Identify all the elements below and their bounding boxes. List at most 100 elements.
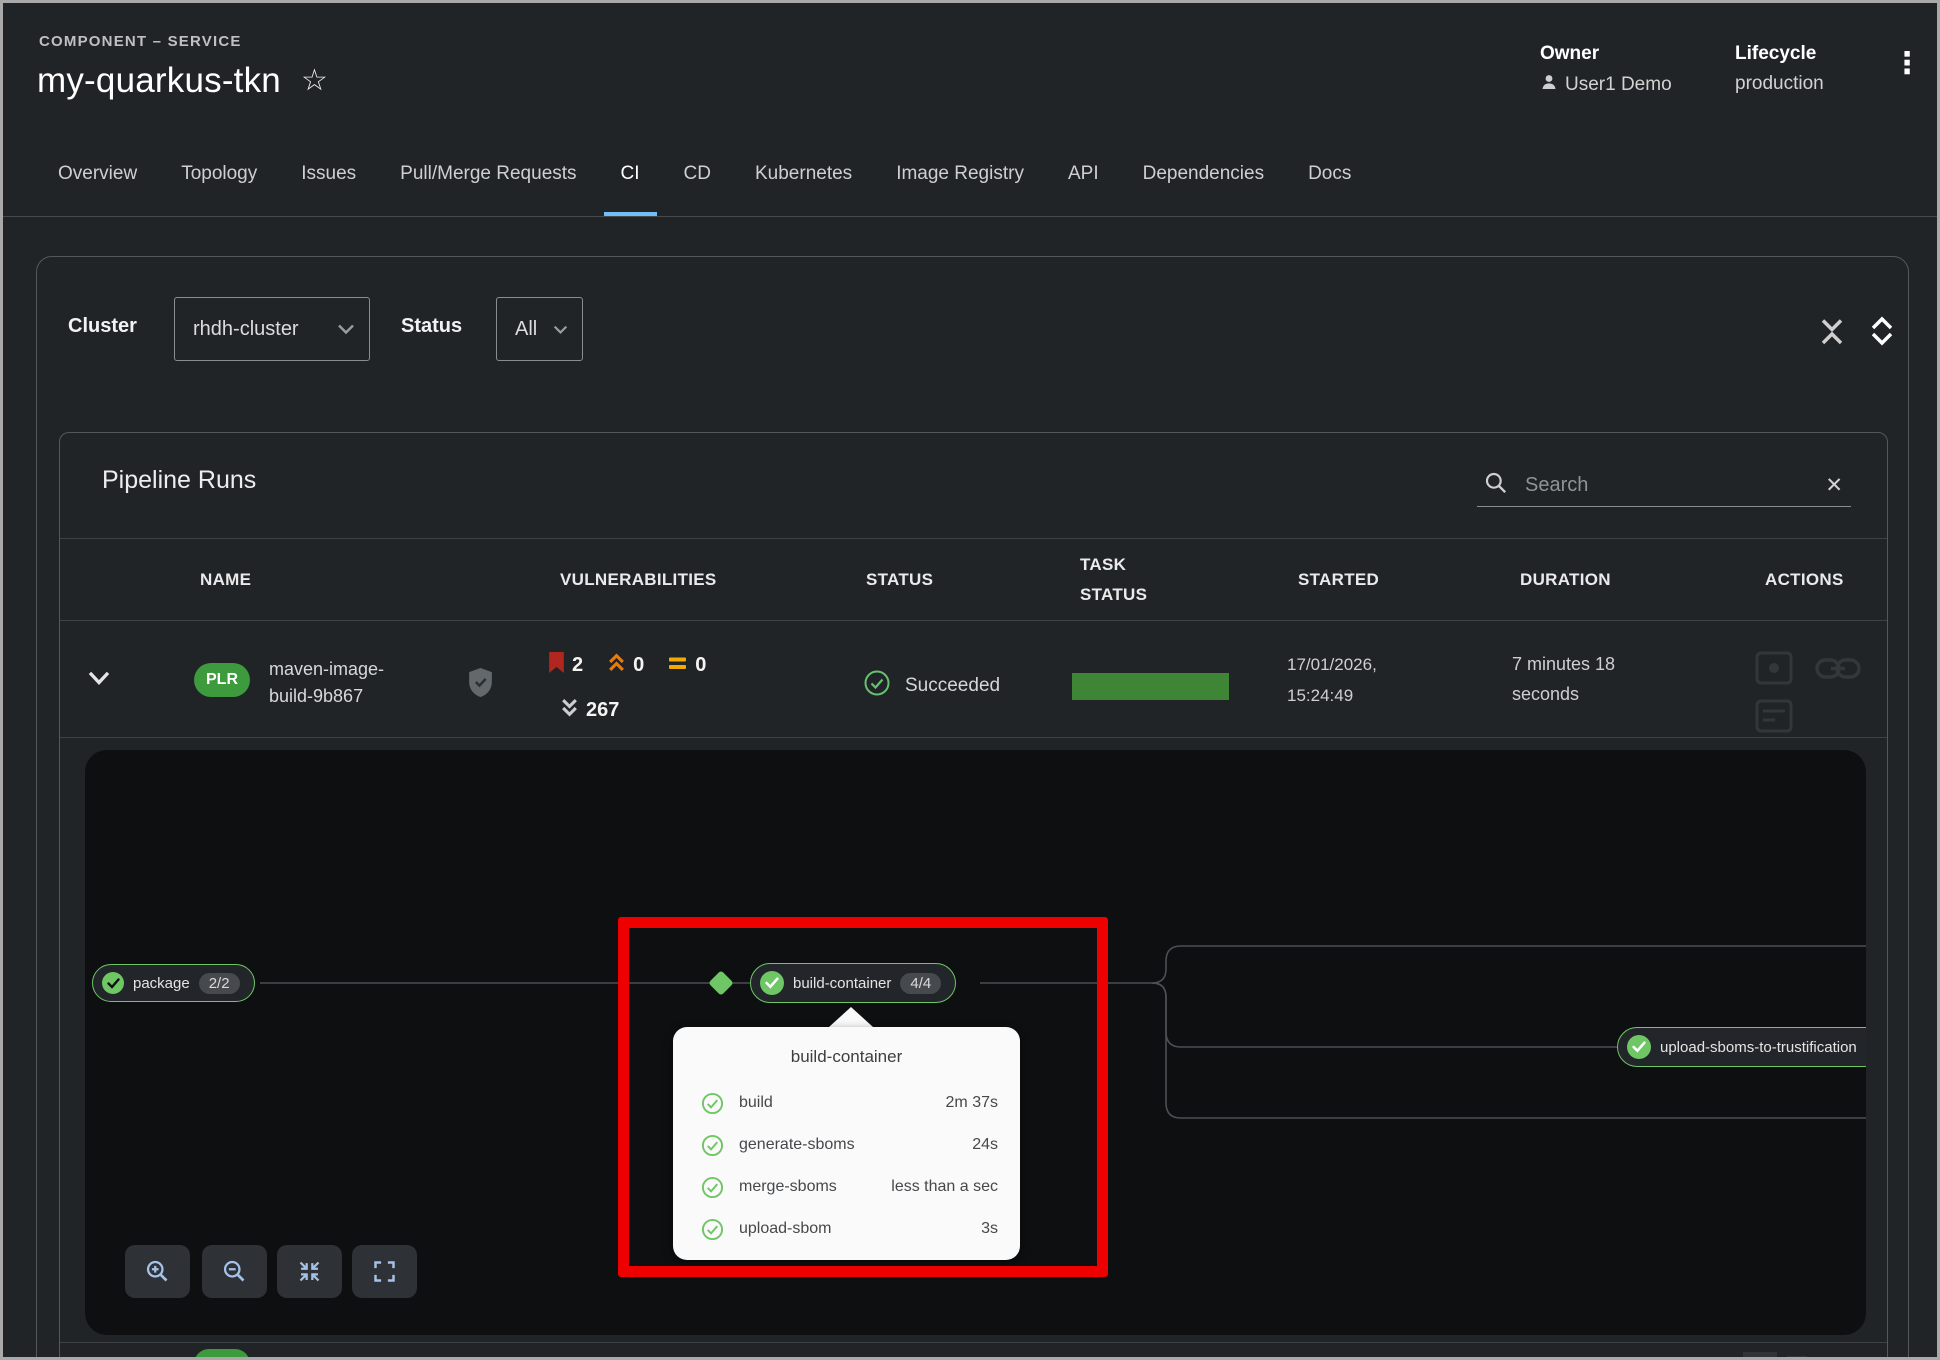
next-row-plr-badge-partial (194, 1349, 250, 1360)
col-name: NAME (200, 570, 251, 590)
high-severity-icon (607, 652, 626, 679)
medium-count: 0 (695, 654, 706, 677)
search-field[interactable]: ✕ (1477, 465, 1851, 507)
task-node-package[interactable]: package 2/2 (92, 964, 255, 1002)
fullscreen-button[interactable] (352, 1245, 417, 1298)
next-row-action-icon-partial (1743, 1352, 1777, 1360)
tooltip-task-row: merge-sboms less than a sec (701, 1175, 998, 1199)
expand-all-icon[interactable] (1867, 312, 1897, 355)
tab-dependencies[interactable]: Dependencies (1121, 131, 1286, 216)
task-node-label: build-container (793, 975, 891, 992)
lifecycle-label: Lifecycle (1735, 43, 1824, 65)
task-status-bar (1072, 673, 1229, 700)
tooltip-arrow (829, 1007, 873, 1027)
zoom-out-button[interactable] (202, 1245, 267, 1298)
task-success-icon (102, 972, 124, 994)
tooltip-task-duration: 2m 37s (946, 1094, 998, 1112)
critical-severity-icon (548, 651, 565, 680)
tooltip-task-name: merge-sboms (739, 1178, 837, 1196)
task-node-badge: 2/2 (199, 973, 240, 994)
succeeded-check-icon (863, 669, 891, 703)
pipeline-visualization: package 2/2 build-container 4/4 up (85, 750, 1866, 1335)
lifecycle-meta: Lifecycle production (1735, 43, 1824, 95)
collapse-all-icon[interactable] (1817, 312, 1847, 355)
owner-label: Owner (1540, 43, 1672, 65)
tab-topology[interactable]: Topology (159, 131, 279, 216)
vulnerabilities-cell: 2 0 0 (548, 651, 706, 724)
tooltip-task-name: upload-sbom (739, 1220, 832, 1238)
task-success-icon (1627, 1035, 1651, 1059)
tooltip-task-name: generate-sboms (739, 1136, 855, 1154)
fit-to-screen-button[interactable] (277, 1245, 342, 1298)
lifecycle-value: production (1735, 73, 1824, 95)
signed-shield-icon (467, 667, 494, 703)
low-count: 267 (586, 699, 619, 722)
col-vulnerabilities: VULNERABILITIES (560, 570, 717, 590)
cluster-select[interactable]: rhdh-cluster (174, 297, 370, 361)
owner-meta: Owner User1 Demo (1540, 43, 1672, 97)
task-node-build-container[interactable]: build-container 4/4 (750, 963, 956, 1003)
col-started: STARTED (1298, 570, 1379, 590)
status-text: Succeeded (905, 675, 1000, 697)
fit-to-screen-icon (296, 1258, 323, 1285)
tab-issues[interactable]: Issues (279, 131, 378, 216)
user-icon (1540, 73, 1558, 97)
tooltip-task-row: generate-sboms 24s (701, 1133, 998, 1157)
zoom-in-button[interactable] (125, 1245, 190, 1298)
pipeline-run-name[interactable]: maven-image-build-9b867 (269, 656, 427, 710)
page-title-row: my-quarkus-tkn ☆ (37, 61, 328, 101)
task-node-label: upload-sboms-to-trustification (1660, 1039, 1857, 1056)
cluster-select-value: rhdh-cluster (193, 318, 299, 341)
tab-docs[interactable]: Docs (1286, 131, 1373, 216)
task-check-icon (701, 1218, 724, 1241)
status-filter-label: Status (401, 315, 462, 338)
col-status: STATUS (866, 570, 933, 590)
view-logs-icon[interactable] (1755, 651, 1793, 690)
status-cell: Succeeded (863, 669, 1000, 703)
low-severity-icon (560, 697, 579, 724)
next-row-action-icon-partial (1787, 1356, 1807, 1360)
search-icon (1483, 470, 1509, 501)
cluster-filter-label: Cluster (68, 315, 137, 338)
status-select[interactable]: All (496, 297, 583, 361)
tab-overview[interactable]: Overview (36, 131, 159, 216)
table-header: NAME VULNERABILITIES STATUS TASK STATUS … (60, 538, 1887, 620)
task-check-icon (701, 1092, 724, 1115)
search-input[interactable] (1525, 474, 1809, 497)
chevron-down-icon (337, 323, 355, 335)
row-expand-chevron-icon[interactable] (86, 669, 112, 692)
task-details-tooltip: build-container build 2m 37s generate-sb… (673, 1027, 1020, 1260)
tooltip-title: build-container (673, 1047, 1020, 1067)
tooltip-task-duration: 3s (981, 1220, 998, 1238)
pipeline-runs-card: Pipeline Runs ✕ NAME VULNERABILITIES STA… (59, 432, 1888, 1360)
task-node-upload-sboms-to-trustification[interactable]: upload-sboms-to-trustification (1617, 1027, 1866, 1067)
task-node-label: package (133, 975, 190, 992)
tooltip-task-duration: 24s (972, 1136, 998, 1154)
col-duration: DURATION (1520, 570, 1611, 590)
tab-api[interactable]: API (1046, 131, 1121, 216)
tab-kubernetes[interactable]: Kubernetes (733, 131, 874, 216)
started-cell: 17/01/2026, 15:24:49 (1287, 649, 1377, 711)
favorite-star-icon[interactable]: ☆ (301, 66, 328, 96)
tab-pull-merge-requests[interactable]: Pull/Merge Requests (378, 131, 598, 216)
sbom-document-icon[interactable] (1755, 699, 1793, 738)
tab-ci[interactable]: CI (599, 131, 662, 216)
link-icon[interactable] (1815, 656, 1861, 686)
pipeline-runs-title: Pipeline Runs (102, 466, 256, 495)
status-select-value: All (515, 318, 537, 341)
critical-count: 2 (572, 654, 583, 677)
page-title: my-quarkus-tkn (37, 61, 281, 101)
medium-severity-icon (668, 654, 688, 677)
kebab-menu-icon[interactable]: ⋮ (1892, 47, 1922, 80)
high-count: 0 (633, 654, 644, 677)
tab-image-registry[interactable]: Image Registry (874, 131, 1046, 216)
tooltip-task-duration: less than a sec (891, 1178, 998, 1196)
col-actions: ACTIONS (1765, 570, 1844, 590)
task-check-icon (701, 1176, 724, 1199)
task-success-icon (760, 971, 784, 995)
owner-value[interactable]: User1 Demo (1565, 74, 1672, 96)
tab-cd[interactable]: CD (662, 131, 733, 216)
search-clear-icon[interactable]: ✕ (1825, 473, 1843, 498)
plr-badge: PLR (194, 663, 250, 697)
when-expression-diamond (708, 970, 733, 995)
